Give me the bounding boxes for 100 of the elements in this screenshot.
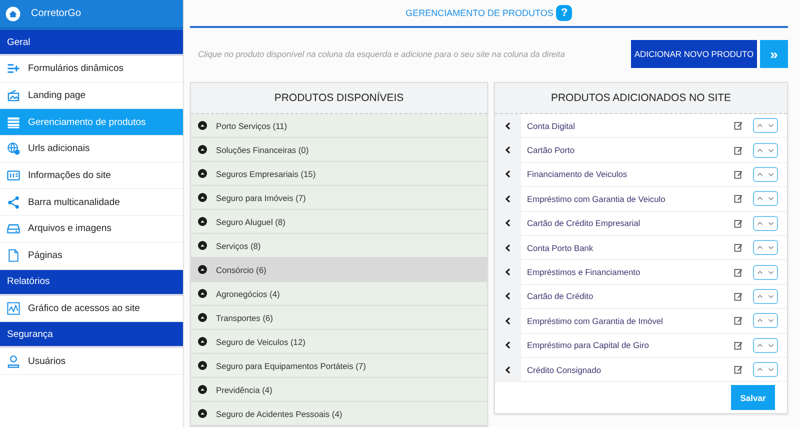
remove-button[interactable] — [495, 358, 521, 382]
chevron-down-icon[interactable] — [768, 294, 774, 299]
chevron-down-icon[interactable] — [768, 196, 774, 202]
page-icon — [7, 249, 20, 262]
edit-icon[interactable] — [734, 316, 743, 326]
caret-up-icon — [198, 241, 207, 250]
chevron-up-icon[interactable] — [756, 367, 763, 372]
chevron-down-icon[interactable] — [768, 220, 774, 226]
caret-up-icon — [198, 217, 207, 226]
chevron-down-icon[interactable] — [768, 245, 774, 250]
order-control[interactable] — [753, 191, 778, 206]
caret-up-icon — [198, 289, 207, 298]
chevron-down-icon[interactable] — [768, 270, 774, 275]
sidebar-item[interactable]: Formulários dinâmicos — [0, 56, 183, 83]
chevron-left-icon — [505, 122, 511, 130]
chevron-down-icon[interactable] — [768, 148, 774, 153]
sidebar-item[interactable]: Urls adicionais — [0, 136, 183, 163]
sidebar-item[interactable]: Informações do site — [0, 162, 183, 190]
product-category[interactable]: Seguro Aluguel (8) — [191, 210, 487, 234]
caret-up-icon — [198, 337, 207, 346]
remove-button[interactable] — [495, 309, 521, 333]
product-name: Cartão de Crédito Empresarial — [526, 218, 642, 228]
chevron-left-icon — [505, 170, 511, 178]
chevron-up-icon[interactable] — [756, 220, 763, 226]
chevron-down-icon[interactable] — [768, 123, 774, 128]
chevron-left-icon — [505, 316, 511, 325]
remove-button[interactable] — [495, 187, 521, 211]
product-category[interactable]: Seguro de Veiculos (12) — [191, 330, 487, 354]
chevron-down-icon[interactable] — [768, 342, 774, 348]
product-name: Cartão de Crédito — [526, 291, 594, 302]
product-category[interactable]: Previdência (4) — [191, 378, 487, 402]
edit-icon[interactable] — [734, 146, 743, 155]
product-category[interactable]: Seguros Empresariais (15) — [191, 162, 487, 186]
remove-button[interactable] — [495, 260, 521, 284]
order-control[interactable] — [753, 338, 778, 353]
chevron-up-icon[interactable] — [756, 245, 763, 250]
chevron-up-icon[interactable] — [756, 172, 763, 177]
caret-up-icon — [198, 313, 207, 322]
product-category[interactable]: Seguro de Acidentes Pessoais (4) — [191, 402, 487, 426]
remove-button[interactable] — [495, 236, 521, 260]
edit-icon[interactable] — [734, 218, 743, 228]
caret-up-icon — [198, 169, 207, 178]
chevron-up-icon[interactable] — [756, 342, 763, 348]
edit-icon[interactable] — [734, 121, 743, 130]
chevron-up-icon[interactable] — [756, 270, 763, 275]
remove-button[interactable] — [495, 284, 521, 308]
panel-title: PRODUTOS DISPONÍVEIS — [191, 83, 487, 114]
order-control[interactable] — [753, 288, 778, 304]
edit-icon[interactable] — [734, 243, 743, 252]
order-control[interactable] — [753, 118, 778, 134]
product-name: Empréstimo com Garantia de Veiculo — [526, 194, 666, 204]
list-plus-icon — [7, 62, 20, 76]
order-control[interactable] — [753, 264, 778, 280]
remove-button[interactable] — [495, 138, 521, 162]
edit-icon[interactable] — [734, 292, 743, 301]
product-category[interactable]: Transportes (6) — [191, 306, 487, 330]
sidebar-item[interactable]: Barra multicanalidade — [0, 189, 183, 216]
id-card-icon — [7, 169, 20, 182]
edit-icon[interactable] — [734, 170, 743, 179]
product-category[interactable]: Agronegócios (4) — [191, 282, 487, 306]
order-control[interactable] — [753, 142, 778, 158]
chevron-left-icon — [505, 366, 511, 374]
chevron-down-icon[interactable] — [768, 172, 774, 177]
order-control[interactable] — [753, 166, 778, 182]
section-header: Segurança — [0, 322, 183, 348]
edit-icon[interactable] — [734, 268, 743, 277]
sidebar-item[interactable]: Usuários — [0, 348, 183, 375]
product-category[interactable]: Seguro para Equipamentos Portáteis (7) — [191, 354, 487, 378]
globe-icon — [7, 142, 20, 156]
product-category[interactable]: Consórcio (6) — [191, 258, 487, 282]
caret-up-icon — [198, 385, 207, 394]
remove-button[interactable] — [495, 212, 521, 235]
chevron-up-icon[interactable] — [756, 318, 763, 324]
chevron-up-icon[interactable] — [756, 148, 763, 153]
sidebar-item[interactable]: Arquivos e imagens — [0, 216, 183, 243]
chevron-left-icon — [505, 146, 511, 154]
edit-icon[interactable] — [734, 340, 743, 350]
chart-icon — [7, 302, 20, 315]
order-control[interactable] — [753, 216, 778, 231]
add-product-button[interactable]: ADICIONAR NOVO PRODUTO — [631, 40, 757, 68]
chevron-up-icon[interactable] — [756, 123, 763, 128]
order-control[interactable] — [753, 240, 778, 256]
remove-button[interactable] — [495, 162, 521, 186]
home-icon[interactable] — [5, 6, 21, 22]
picture-frame-icon — [7, 89, 20, 102]
chevron-down-icon[interactable] — [768, 318, 774, 324]
product-name: Conta Porto Bank — [526, 242, 594, 253]
chevron-up-icon[interactable] — [756, 196, 763, 202]
chevron-up-icon[interactable] — [756, 294, 763, 299]
edit-icon[interactable] — [734, 194, 743, 204]
order-control[interactable] — [753, 362, 778, 378]
remove-button[interactable] — [495, 114, 521, 138]
product-category[interactable]: Porto Serviços (11) — [191, 114, 487, 138]
edit-icon[interactable] — [734, 365, 743, 374]
chevron-down-icon[interactable] — [768, 367, 774, 372]
section-header: Relatórios — [0, 270, 183, 296]
product-category[interactable]: Soluções Financeiras (0) — [191, 138, 487, 162]
remove-button[interactable] — [495, 334, 521, 357]
order-control[interactable] — [753, 313, 778, 328]
product-category[interactable]: Seguro para Imóveis (7) — [191, 186, 487, 210]
